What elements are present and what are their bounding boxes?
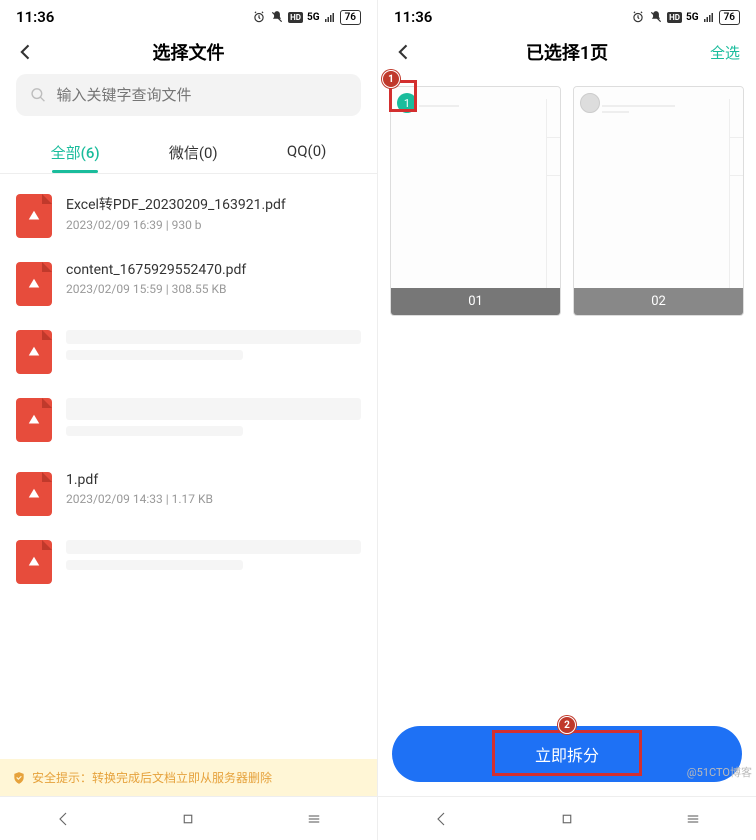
search-input[interactable] — [57, 87, 348, 104]
alarm-icon — [252, 10, 266, 24]
page-check-badge: 1 — [397, 93, 417, 113]
page-check-empty — [580, 93, 600, 113]
nav-home-icon[interactable] — [179, 810, 197, 828]
file-name-redacted — [66, 398, 361, 420]
annotation-callout-1: 1 — [382, 70, 400, 88]
tabs: 全部(6) 微信(0) QQ(0) — [0, 126, 377, 174]
file-meta-redacted — [66, 560, 243, 570]
status-icons: HD 5G 76 — [631, 10, 740, 25]
page-thumb-02[interactable]: 02 — [573, 86, 744, 316]
search-icon — [30, 86, 47, 104]
page-label: 01 — [391, 288, 560, 315]
file-name: Excel转PDF_20230209_163921.pdf — [66, 194, 361, 214]
safety-text: 安全提示：转换完成后文档立即从服务器删除 — [32, 769, 272, 786]
battery-icon: 76 — [719, 10, 740, 25]
page-label: 02 — [574, 288, 743, 315]
pdf-icon — [16, 194, 52, 238]
status-time: 11:36 — [394, 8, 432, 26]
file-meta: 2023/02/09 14:33 | 1.17 KB — [66, 492, 361, 506]
network-badge: 5G — [686, 12, 699, 23]
pdf-icon — [16, 472, 52, 516]
network-badge: 5G — [307, 12, 320, 23]
nav-back-icon[interactable] — [54, 810, 72, 828]
header: 已选择1页 全选 — [378, 30, 756, 74]
file-list: Excel转PDF_20230209_163921.pdf 2023/02/09… — [0, 174, 377, 759]
file-meta-redacted — [66, 426, 243, 436]
page-preview — [391, 87, 560, 288]
hd-icon: HD — [667, 12, 682, 23]
header: 选择文件 — [0, 30, 377, 74]
list-item[interactable]: Excel转PDF_20230209_163921.pdf 2023/02/09… — [0, 182, 377, 250]
page-title: 已选择1页 — [526, 39, 608, 65]
file-name-redacted — [66, 540, 361, 554]
watermark: @51CTO博客 — [687, 764, 752, 780]
file-meta: 2023/02/09 16:39 | 930 b — [66, 218, 361, 232]
tab-wechat[interactable]: 微信(0) — [165, 134, 222, 173]
file-name: content_1675929552470.pdf — [66, 262, 361, 278]
annotation-callout-2: 2 — [558, 716, 576, 734]
status-time: 11:36 — [16, 8, 54, 26]
mute-icon — [270, 10, 284, 24]
safety-tip: 安全提示：转换完成后文档立即从服务器删除 — [0, 759, 377, 796]
status-bar: 11:36 HD 5G 76 — [0, 0, 377, 30]
page-thumb-01[interactable]: 1 01 — [390, 86, 561, 316]
nav-home-icon[interactable] — [558, 810, 576, 828]
pdf-icon — [16, 330, 52, 374]
nav-bar — [0, 796, 377, 840]
search-box[interactable] — [16, 74, 361, 116]
mute-icon — [649, 10, 663, 24]
signal-icon — [703, 10, 715, 24]
list-item[interactable] — [0, 386, 377, 460]
phone-left-file-select: 11:36 HD 5G 76 选择文件 全部(6) 微信(0) QQ(0) — [0, 0, 378, 840]
back-icon[interactable] — [16, 42, 36, 62]
alarm-icon — [631, 10, 645, 24]
list-item[interactable] — [0, 528, 377, 596]
pdf-icon — [16, 398, 52, 442]
battery-icon: 76 — [340, 10, 361, 25]
tab-qq[interactable]: QQ(0) — [283, 134, 330, 173]
file-name: 1.pdf — [66, 472, 361, 488]
tab-all[interactable]: 全部(6) — [47, 134, 104, 173]
nav-recent-icon[interactable] — [305, 810, 323, 828]
back-icon[interactable] — [394, 42, 414, 62]
status-bar: 11:36 HD 5G 76 — [378, 0, 756, 30]
nav-bar — [378, 796, 756, 840]
search-wrap — [0, 74, 377, 126]
signal-icon — [324, 10, 336, 24]
file-meta-redacted — [66, 350, 243, 360]
page-preview — [574, 87, 743, 288]
list-item[interactable]: 1.pdf 2023/02/09 14:33 | 1.17 KB — [0, 460, 377, 528]
hd-icon: HD — [288, 12, 303, 23]
pdf-icon — [16, 540, 52, 584]
status-icons: HD 5G 76 — [252, 10, 361, 25]
shield-check-icon — [12, 771, 26, 785]
list-item[interactable]: content_1675929552470.pdf 2023/02/09 15:… — [0, 250, 377, 318]
pdf-icon — [16, 262, 52, 306]
phone-right-page-select: 11:36 HD 5G 76 已选择1页 全选 1 1 — [378, 0, 756, 840]
page-title: 选择文件 — [153, 39, 225, 65]
nav-recent-icon[interactable] — [684, 810, 702, 828]
list-item[interactable] — [0, 318, 377, 386]
pages-grid: 1 01 02 — [378, 74, 756, 328]
file-meta: 2023/02/09 15:59 | 308.55 KB — [66, 282, 361, 296]
action-wrap: 2 立即拆分 — [378, 712, 756, 796]
select-all-button[interactable]: 全选 — [710, 42, 740, 63]
nav-back-icon[interactable] — [432, 810, 450, 828]
file-name-redacted — [66, 330, 361, 344]
